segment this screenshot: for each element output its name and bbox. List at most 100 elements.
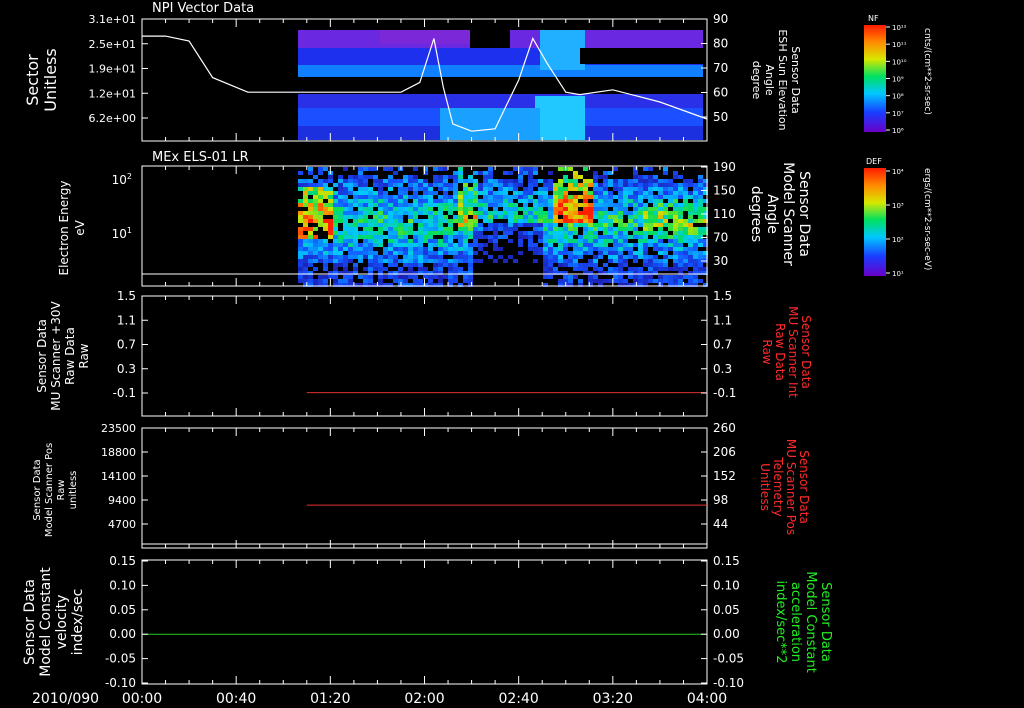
- p2-cell: [598, 243, 603, 247]
- p2-cell: [468, 243, 473, 247]
- p2-cell: [648, 279, 653, 283]
- p2-cell: [443, 191, 448, 195]
- p2-cell: [498, 203, 503, 207]
- p2-cell: [473, 179, 478, 183]
- p2-cell: [653, 179, 658, 183]
- p2-cell: [673, 199, 678, 203]
- p2-cell: [578, 267, 583, 271]
- p2-cell: [343, 179, 348, 183]
- p2-cell: [318, 247, 323, 251]
- p2-cell: [503, 227, 508, 231]
- p2-cell: [528, 239, 533, 243]
- p2-cell: [343, 255, 348, 259]
- p2-cell: [683, 251, 688, 255]
- p2-cell: [628, 275, 633, 279]
- p2-cell: [563, 275, 568, 279]
- p2-cell: [593, 199, 598, 203]
- p2-cell: [413, 179, 418, 183]
- p2-cell: [533, 251, 538, 255]
- p2-cell: [613, 179, 618, 183]
- p2-cell: [373, 203, 378, 207]
- p2-cell: [633, 183, 638, 187]
- p2-cell: [533, 227, 538, 231]
- p2-cell: [483, 203, 488, 207]
- p2-cell: [563, 199, 568, 203]
- p2-cell: [543, 223, 548, 227]
- p2-cell: [603, 179, 608, 183]
- y2tick-label: 44: [713, 517, 728, 531]
- p2-cell: [673, 191, 678, 195]
- p2-cell: [358, 211, 363, 215]
- p2-cell: [343, 263, 348, 267]
- p2-cell: [363, 255, 368, 259]
- p2-cell: [383, 227, 388, 231]
- p2-cell: [443, 275, 448, 279]
- p2-cell: [393, 219, 398, 223]
- p2-cell: [473, 259, 478, 263]
- p2-cell: [683, 267, 688, 271]
- p2-cell: [548, 255, 553, 259]
- p2-cell: [663, 203, 668, 207]
- p2-cell: [363, 179, 368, 183]
- p2-cell: [393, 251, 398, 255]
- p2-cell: [633, 231, 638, 235]
- p2-cell: [378, 255, 383, 259]
- p2-cell: [473, 203, 478, 207]
- panel4-ylabel-line2: Model Scanner Pos: [44, 443, 55, 537]
- p2-cell: [593, 171, 598, 175]
- y2tick-label: 60: [713, 86, 728, 100]
- p2-cell: [413, 175, 418, 179]
- p2-cell: [458, 267, 463, 271]
- p2-cell: [338, 191, 343, 195]
- p2-cell: [423, 267, 428, 271]
- p2-cell: [323, 255, 328, 259]
- p2-cell: [688, 235, 693, 239]
- p2-cell: [398, 267, 403, 271]
- p2-cell: [528, 183, 533, 187]
- p2-cell: [433, 219, 438, 223]
- ytick-label: 1.5: [117, 289, 136, 303]
- p2-cell: [493, 243, 498, 247]
- p2-cell: [598, 223, 603, 227]
- p2-cell: [563, 251, 568, 255]
- p2-cell: [623, 211, 628, 215]
- colorbar-nf-tick-label: 10⁷: [892, 110, 904, 118]
- p2-cell: [683, 255, 688, 259]
- p2-cell: [688, 207, 693, 211]
- p2-cell: [403, 227, 408, 231]
- p2-cell: [313, 211, 318, 215]
- p2-cell: [603, 239, 608, 243]
- p2-cell: [418, 231, 423, 235]
- p2-cell: [363, 239, 368, 243]
- p2-cell: [358, 275, 363, 279]
- p2-cell: [318, 279, 323, 283]
- p2-cell: [548, 223, 553, 227]
- p2-cell: [373, 183, 378, 187]
- p2-cell: [338, 251, 343, 255]
- p2-cell: [488, 255, 493, 259]
- p2-cell: [573, 259, 578, 263]
- p2-cell: [363, 211, 368, 215]
- p2-cell: [363, 231, 368, 235]
- p2-cell: [568, 239, 573, 243]
- p2-cell: [378, 279, 383, 283]
- p2-cell: [578, 255, 583, 259]
- p2-cell: [623, 207, 628, 211]
- p2-cell: [468, 275, 473, 279]
- p2-cell: [383, 211, 388, 215]
- p2-cell: [638, 175, 643, 179]
- p1-band: [298, 77, 703, 94]
- p2-cell: [398, 275, 403, 279]
- p2-cell: [418, 183, 423, 187]
- p2-cell: [448, 275, 453, 279]
- colorbar-nf: NF 10¹²10¹¹10¹⁰10⁹10⁸10⁷10⁶ cnts/(cm**2-…: [864, 14, 932, 135]
- p2-cell: [553, 183, 558, 187]
- p2-cell: [583, 247, 588, 251]
- p2-cell: [583, 235, 588, 239]
- p2-cell: [558, 263, 563, 267]
- p2-cell: [628, 183, 633, 187]
- p2-cell: [643, 183, 648, 187]
- p2-cell: [343, 211, 348, 215]
- p2-cell: [573, 263, 578, 267]
- p2-cell: [368, 239, 373, 243]
